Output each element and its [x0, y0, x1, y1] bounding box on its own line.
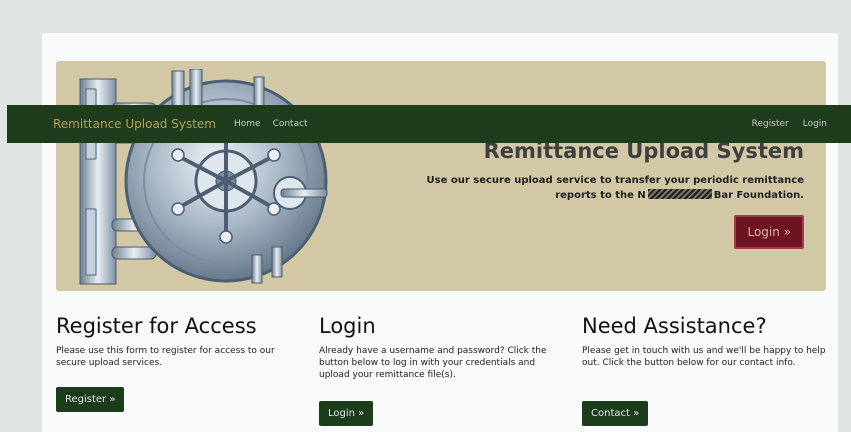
- register-button[interactable]: Register »: [56, 387, 125, 412]
- register-heading: Register for Access: [56, 314, 257, 338]
- login-heading: Login: [319, 314, 376, 338]
- login-text: Already have a username and password? Cl…: [319, 346, 547, 380]
- login-button[interactable]: Login »: [319, 401, 374, 426]
- assistance-text: Please get in touch with us and we'll be…: [582, 346, 826, 368]
- nav-link-register[interactable]: Register: [752, 119, 789, 129]
- assistance-heading: Need Assistance?: [582, 314, 767, 338]
- hero-description: Use our secure upload service to transfe…: [384, 173, 804, 203]
- assistance-column: Need Assistance? Please get in touch wit…: [582, 314, 830, 369]
- hero-desc-line2-end: Bar Foundation.: [713, 190, 804, 201]
- top-navbar: Remittance Upload System Home Contact Re…: [7, 105, 851, 143]
- hero-desc-line2-start: reports to the N: [555, 190, 646, 201]
- hero-desc-line1: Use our secure upload service to transfe…: [426, 175, 804, 186]
- redaction-mark: [647, 189, 712, 199]
- navbar-right-links: Register Login: [752, 119, 827, 129]
- navbar-brand[interactable]: Remittance Upload System: [53, 117, 216, 131]
- nav-link-login[interactable]: Login: [803, 119, 827, 129]
- register-column: Register for Access Please use this form…: [56, 314, 296, 369]
- hero-text-block: Remittance Upload System Use our secure …: [384, 139, 804, 249]
- hero-jumbotron: Remittance Upload System Use our secure …: [56, 61, 826, 291]
- register-text: Please use this form to register for acc…: [56, 346, 275, 368]
- hero-login-button[interactable]: Login »: [734, 215, 804, 249]
- nav-link-home[interactable]: Home: [234, 119, 261, 129]
- vault-door-icon: [79, 69, 328, 285]
- login-column: Login Already have a username and passwo…: [319, 314, 567, 381]
- contact-button[interactable]: Contact »: [582, 401, 649, 426]
- nav-link-contact[interactable]: Contact: [273, 119, 308, 129]
